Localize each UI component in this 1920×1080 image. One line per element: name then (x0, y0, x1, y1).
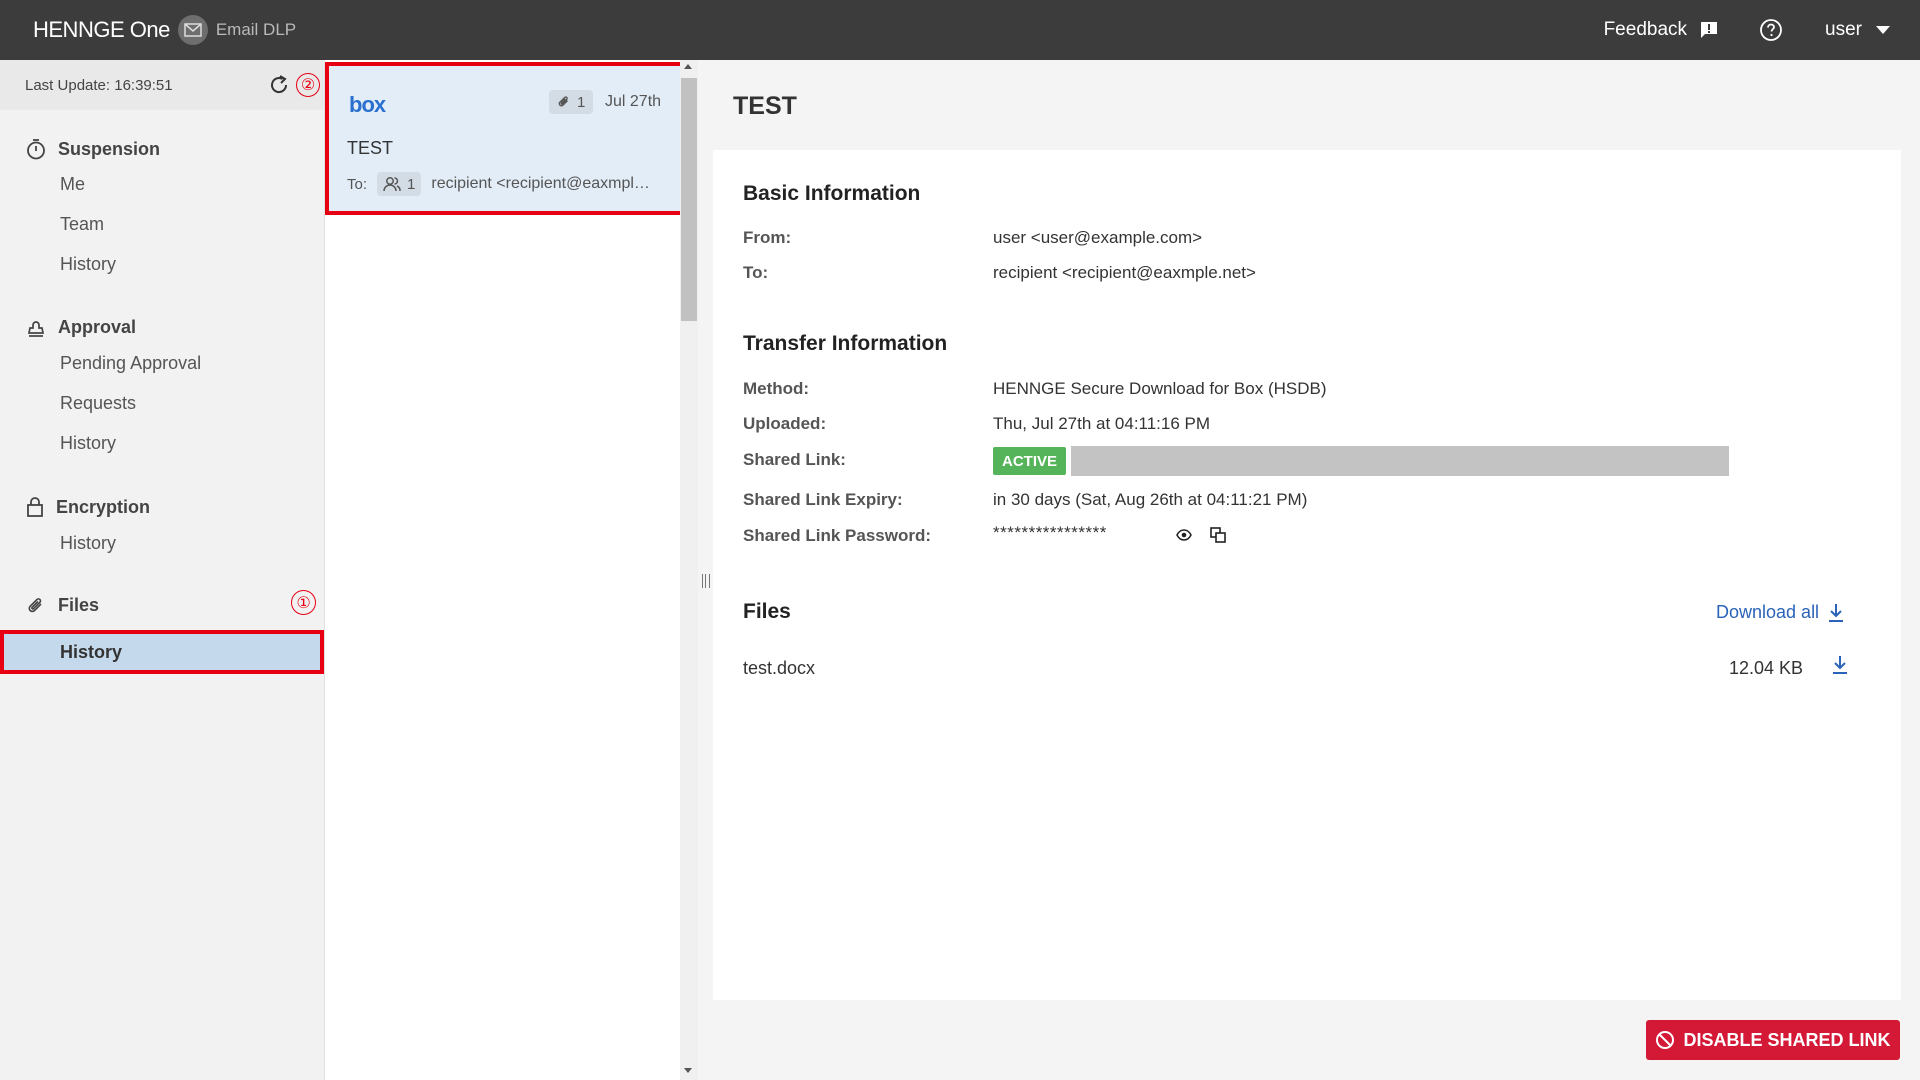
nav-approval-history[interactable]: History (60, 433, 116, 454)
disable-button-label: DISABLE SHARED LINK (1683, 1029, 1891, 1050)
file-name: test.docx (743, 658, 816, 678)
uploaded-value: Thu, Jul 27th at 04:11:16 PM (993, 414, 1211, 433)
transfer-info-heading: Transfer Information (743, 332, 948, 355)
download-icon[interactable] (1831, 655, 1849, 675)
product-name: Email DLP (215, 20, 297, 39)
section-approval: Approval (26, 317, 136, 338)
section-title: Files (58, 595, 100, 615)
top-bar: HENNGE One Email DLP Feedback user (0, 0, 1920, 60)
nav-suspension-team[interactable]: Team (60, 214, 104, 235)
refresh-icon[interactable] (268, 74, 290, 96)
people-icon (383, 177, 401, 192)
paperclip-icon (28, 597, 42, 612)
list-scrollbar-thumb[interactable] (681, 78, 697, 321)
message-recipients: To: 1 recipient <recipient@eaxmple.net> (347, 172, 656, 196)
password-value: **************** (993, 523, 1107, 542)
copy-icon[interactable] (1210, 527, 1226, 543)
download-icon (1829, 603, 1844, 622)
files-heading: Files (743, 600, 791, 623)
detail-panel: Basic Information From: user <user@examp… (713, 150, 1901, 1000)
nav-files-history-label: History (60, 642, 123, 662)
detail-title: TEST (733, 92, 797, 120)
method-label: Method: (743, 379, 810, 398)
user-name: user (1825, 19, 1862, 40)
to-value: recipient <recipient@eaxmple.net> (993, 263, 1256, 282)
block-icon (1656, 1031, 1675, 1049)
uploaded-label: Uploaded: (743, 414, 827, 433)
brand-logo: HENNGE One (33, 17, 170, 42)
from-value: user <user@example.com> (993, 228, 1203, 247)
recipient-count-value: 1 (407, 175, 416, 193)
section-title: Suspension (58, 138, 161, 159)
scroll-up-arrow-icon[interactable] (684, 64, 692, 69)
annotation-badge-2: ② (296, 73, 320, 97)
nav-files-history[interactable]: History (0, 630, 324, 674)
file-size: 12.04 KB (1729, 658, 1804, 678)
paperclip-icon (558, 96, 568, 107)
to-label: To: (743, 263, 769, 282)
nav-requests[interactable]: Requests (60, 393, 136, 414)
shared-link-redacted[interactable] (1071, 446, 1729, 476)
disable-shared-link-button[interactable]: DISABLE SHARED LINK (1646, 1020, 1900, 1060)
message-list: box 1 Jul 27th TEST To: 1 recipient <rec… (325, 60, 684, 1080)
basic-info-heading: Basic Information (743, 182, 921, 205)
method-value: HENNGE Secure Download for Box (HSDB) (993, 379, 1327, 398)
last-update-bar: Last Update: 16:39:51 ② (0, 60, 324, 110)
envelope-icon (177, 15, 208, 45)
help-icon[interactable] (1759, 18, 1783, 42)
stopwatch-icon (27, 139, 45, 160)
password-label: Shared Link Password: (743, 526, 931, 545)
recipient-preview: recipient <recipient@eaxmple.net> (431, 175, 657, 192)
section-suspension: Suspension (26, 138, 160, 160)
sidebar: Last Update: 16:39:51 ② Suspension Me Te… (0, 60, 325, 1080)
status-badge: ACTIVE (993, 447, 1067, 475)
caret-down-icon (1876, 26, 1890, 34)
feedback-button[interactable]: Feedback (1604, 19, 1719, 41)
feedback-label: Feedback (1603, 19, 1688, 40)
attachment-count-value: 1 (577, 93, 586, 111)
to-label: To: (347, 175, 368, 193)
lock-icon (27, 497, 43, 517)
message-subject: TEST (347, 138, 394, 158)
eye-icon[interactable] (1176, 529, 1192, 541)
expiry-value: in 30 days (Sat, Aug 26th at 04:11:21 PM… (993, 490, 1308, 509)
last-update-text: Last Update: 16:39:51 (25, 76, 173, 94)
download-all-link[interactable]: Download all (1716, 602, 1845, 623)
feedback-icon (1701, 22, 1718, 38)
stamp-icon (27, 320, 45, 337)
box-logo: box (349, 92, 386, 117)
brand[interactable]: HENNGE One Email DLP (33, 15, 296, 45)
pane-splitter[interactable] (698, 60, 714, 1080)
section-files: Files (26, 595, 99, 616)
section-title: Encryption (56, 496, 151, 517)
scroll-down-arrow-icon[interactable] (684, 1068, 692, 1073)
download-all-label: Download all (1716, 602, 1820, 622)
from-label: From: (743, 228, 792, 247)
nav-suspension-history[interactable]: History (60, 254, 116, 275)
splitter-grip-icon[interactable] (702, 574, 710, 588)
annotation-badge-1: ① (291, 590, 316, 615)
section-encryption: Encryption (26, 496, 150, 518)
message-card[interactable]: box 1 Jul 27th TEST To: 1 recipient <rec… (325, 62, 684, 215)
nav-suspension-me[interactable]: Me (60, 174, 85, 195)
shared-link-label: Shared Link: (743, 450, 846, 469)
expiry-label: Shared Link Expiry: (743, 490, 903, 509)
attachment-count: 1 (549, 90, 594, 114)
nav-pending-approval[interactable]: Pending Approval (60, 353, 201, 374)
recipient-count: 1 (377, 172, 422, 196)
message-date: Jul 27th (605, 93, 662, 110)
user-menu[interactable]: user (1825, 19, 1890, 41)
section-title: Approval (58, 317, 137, 337)
nav-encryption-history[interactable]: History (60, 533, 116, 554)
